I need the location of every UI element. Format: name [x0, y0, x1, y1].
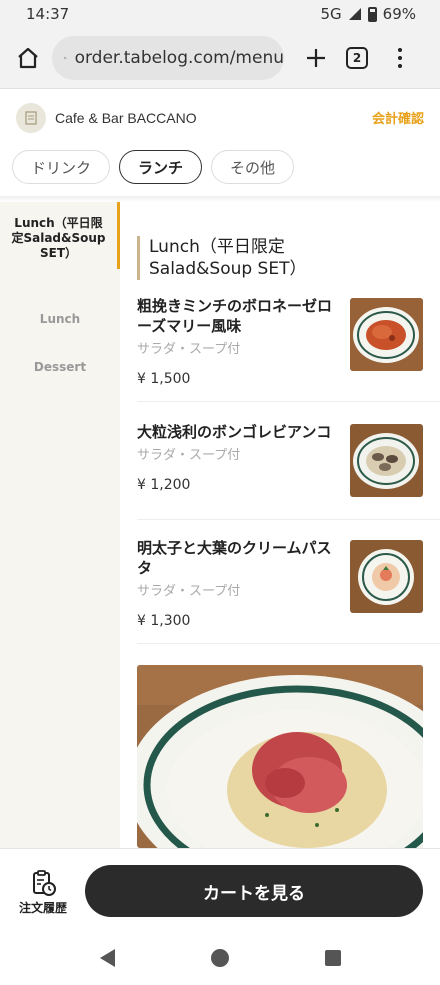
menu-item[interactable]: 粗挽きミンチのボロネーゼローズマリー風味 サラダ・スープ付 ¥ 1,500 — [137, 296, 440, 402]
order-history-button[interactable]: 注文履歴 — [12, 869, 74, 916]
menu-item-price: ¥ 1,500 — [137, 371, 191, 387]
sidebar-item-dessert[interactable]: Dessert — [0, 360, 120, 374]
pasta-mentaiko-photo — [350, 540, 423, 613]
menu-item-name: 大粒浅利のボンゴレビアンコ — [137, 423, 332, 441]
status-time: 14:37 — [26, 5, 70, 23]
url-bar[interactable]: order.tabelog.com/menu — [52, 36, 284, 80]
order-history-label: 注文履歴 — [18, 901, 67, 915]
view-cart-button[interactable]: カートを見る — [85, 865, 423, 917]
battery-icon — [367, 6, 377, 22]
menu-item-name: 明太子と大葉のクリームパスタ — [137, 539, 332, 577]
status-icons: 5G 69% — [320, 5, 416, 23]
home-icon[interactable] — [12, 42, 44, 74]
home-circle-icon[interactable] — [210, 948, 229, 967]
tab-lunch[interactable]: ランチ — [119, 150, 203, 184]
browser-toolbar: order.tabelog.com/menu 2 — [0, 28, 440, 88]
menu-sidebar: Lunch（平日限定Salad&Soup SET） Lunch Dessert — [0, 202, 120, 848]
shop-logo-icon — [16, 102, 46, 133]
sidebar-item-lunch[interactable]: Lunch — [0, 312, 120, 326]
tab-drink[interactable]: ドリンク — [12, 150, 111, 184]
checkout-link[interactable]: 会計確認 — [372, 108, 424, 127]
prosciutto-pasta-photo — [137, 665, 423, 848]
url-text: order.tabelog.com/menu — [74, 48, 284, 68]
recents-icon[interactable] — [324, 949, 341, 966]
menu-item[interactable]: 明太子と大葉のクリームパスタ サラダ・スープ付 ¥ 1,300 — [137, 538, 440, 644]
tab-switcher-button[interactable]: 2 — [346, 47, 368, 69]
section-title: Lunch（平日限定Salad&Soup SET） — [137, 236, 387, 280]
battery-level: 69% — [382, 5, 416, 23]
shop-header: Cafe & Bar BACCANO 会計確認 — [0, 88, 440, 146]
back-icon[interactable] — [99, 948, 115, 967]
category-tabs: ドリンク ランチ その他 — [12, 150, 295, 184]
shop-name: Cafe & Bar BACCANO — [55, 109, 197, 126]
pasta-vongole-photo — [350, 424, 423, 497]
more-menu-icon[interactable] — [388, 42, 412, 74]
menu-item[interactable]: 大粒浅利のボンゴレビアンコ サラダ・スープ付 ¥ 1,200 — [137, 422, 440, 520]
site-settings-icon[interactable] — [64, 49, 67, 67]
menu-content: Lunch（平日限定Salad&Soup SET） 粗挽きミンチのボロネーゼロー… — [120, 202, 440, 848]
tab-other[interactable]: その他 — [211, 150, 295, 184]
signal-icon — [348, 8, 361, 20]
status-bar: 14:37 5G 69% — [0, 0, 440, 28]
new-tab-icon[interactable] — [300, 42, 332, 74]
sidebar-item-lunch-set[interactable]: Lunch（平日限定Salad&Soup SET） — [0, 202, 120, 269]
menu-item-name: 粗挽きミンチのボロネーゼローズマリー風味 — [137, 297, 333, 335]
system-nav-bar — [0, 930, 440, 985]
network-type: 5G — [320, 5, 342, 23]
pasta-bolognese-photo — [350, 298, 423, 371]
bottom-action-bar: 注文履歴 カートを見る — [0, 848, 440, 930]
order-history-icon — [33, 870, 56, 896]
menu-item-price: ¥ 1,300 — [137, 613, 191, 629]
